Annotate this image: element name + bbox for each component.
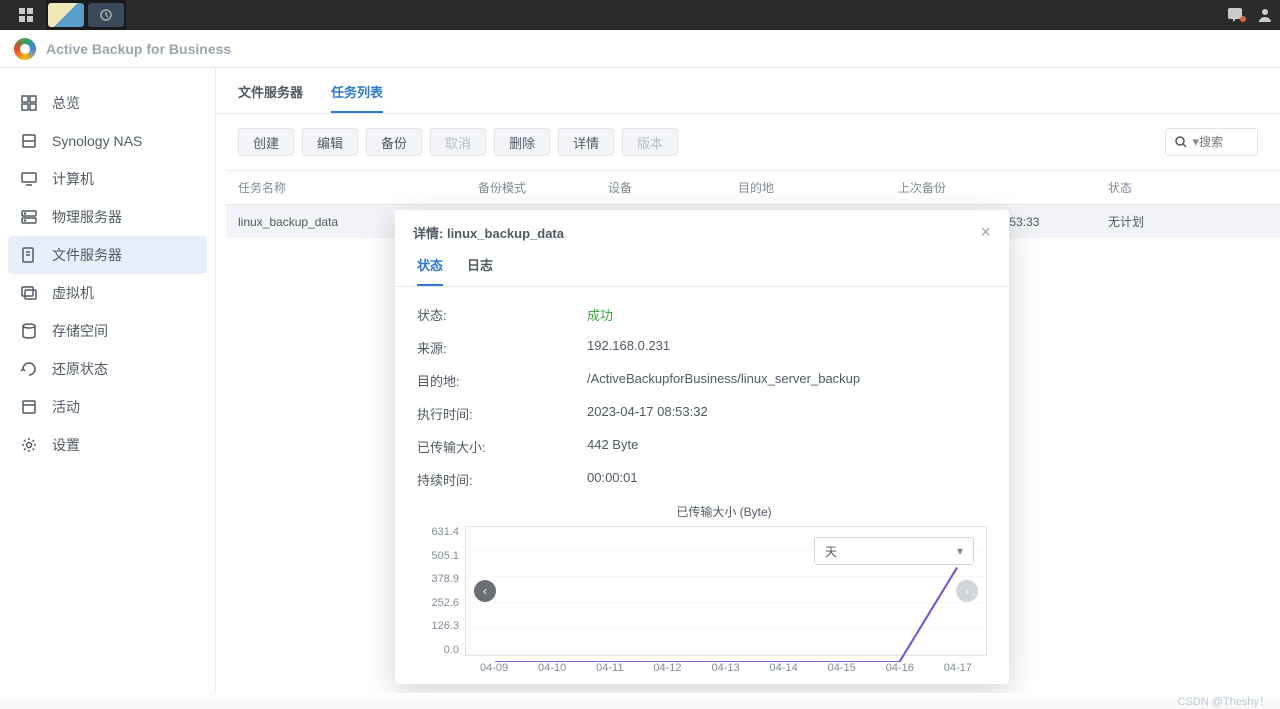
server-icon xyxy=(20,208,38,226)
sidebar: 总览 Synology NAS 计算机 物理服务器 文件服务器 虚拟机 xyxy=(0,68,216,693)
sidebar-item-label: 设置 xyxy=(52,435,80,455)
th-name[interactable]: 任务名称 xyxy=(226,171,466,204)
info-label-dur: 持续时间: xyxy=(417,470,587,489)
chart-yaxis: 631.4505.1378.9252.6126.30.0 xyxy=(417,526,465,656)
transfer-chart: 已传输大小 (Byte) 631.4505.1378.9252.6126.30.… xyxy=(417,503,987,674)
info-value-dur: 00:00:01 xyxy=(587,470,987,489)
search-box[interactable]: ▾ xyxy=(1165,128,1258,156)
system-taskbar xyxy=(0,0,1280,30)
search-icon xyxy=(1174,135,1188,149)
sidebar-item-label: 文件服务器 xyxy=(52,245,122,265)
sidebar-item-overview[interactable]: 总览 xyxy=(8,84,207,122)
toolbar: 创建 编辑 备份 取消 删除 详情 版本 ▾ xyxy=(216,114,1280,170)
version-button: 版本 xyxy=(622,128,678,156)
sidebar-item-storage[interactable]: 存储空间 xyxy=(8,312,207,350)
info-label-source: 来源: xyxy=(417,338,587,357)
sidebar-item-vm[interactable]: 虚拟机 xyxy=(8,274,207,312)
info-label-dest: 目的地: xyxy=(417,371,587,390)
modal-tabs: 状态 日志 xyxy=(395,255,1009,287)
sidebar-item-restore[interactable]: 还原状态 xyxy=(8,350,207,388)
window-header: Active Backup for Business xyxy=(0,30,1280,68)
chart-plot: ‹ › 天 xyxy=(465,526,987,656)
modal-tab-status[interactable]: 状态 xyxy=(417,255,443,286)
info-value-dest: /ActiveBackupforBusiness/linux_server_ba… xyxy=(587,371,987,390)
computer-icon xyxy=(20,170,38,188)
create-button[interactable]: 创建 xyxy=(238,128,294,156)
restore-icon xyxy=(20,360,38,378)
th-destination[interactable]: 目的地 xyxy=(726,171,886,204)
modal-header[interactable]: 详情: linux_backup_data × xyxy=(395,210,1009,255)
backup-button[interactable]: 备份 xyxy=(366,128,422,156)
tab-file-server[interactable]: 文件服务器 xyxy=(238,82,303,113)
sidebar-item-label: 物理服务器 xyxy=(52,207,122,227)
user-icon[interactable] xyxy=(1256,6,1274,24)
cell-status: 无计划 xyxy=(1096,205,1280,238)
sidebar-item-label: 计算机 xyxy=(52,169,94,189)
table-header: 任务名称 备份模式 设备 目的地 上次备份 状态 xyxy=(226,170,1280,205)
sidebar-item-physical-server[interactable]: 物理服务器 xyxy=(8,198,207,236)
modal-tab-log[interactable]: 日志 xyxy=(467,255,493,286)
sidebar-item-label: 总览 xyxy=(52,93,80,113)
info-value-exec: 2023-04-17 08:53:32 xyxy=(587,404,987,423)
vm-icon xyxy=(20,284,38,302)
info-value-xfer: 442 Byte xyxy=(587,437,987,456)
settings-icon xyxy=(20,436,38,454)
info-value-source: 192.168.0.231 xyxy=(587,338,987,357)
cancel-button: 取消 xyxy=(430,128,486,156)
taskbar-app-drive[interactable] xyxy=(46,0,86,30)
th-device[interactable]: 设备 xyxy=(596,171,726,204)
sidebar-item-label: 虚拟机 xyxy=(52,283,94,303)
th-last-backup[interactable]: 上次备份 xyxy=(886,171,1096,204)
sidebar-item-label: 活动 xyxy=(52,397,80,417)
sidebar-item-label: 存储空间 xyxy=(52,321,108,341)
fileserver-icon xyxy=(20,246,38,264)
sidebar-item-file-server[interactable]: 文件服务器 xyxy=(8,236,207,274)
close-icon[interactable]: × xyxy=(980,222,991,243)
edit-button[interactable]: 编辑 xyxy=(302,128,358,156)
main-menu-icon[interactable] xyxy=(6,0,46,30)
sidebar-item-label: Synology NAS xyxy=(52,133,142,149)
overview-icon xyxy=(20,94,38,112)
app-logo-icon xyxy=(14,38,36,60)
storage-icon xyxy=(20,322,38,340)
th-status[interactable]: 状态 xyxy=(1096,171,1280,204)
info-value-status: 成功 xyxy=(587,305,987,324)
window-title: Active Backup for Business xyxy=(46,41,231,57)
sidebar-item-nas[interactable]: Synology NAS xyxy=(8,122,207,160)
details-modal: 详情: linux_backup_data × 状态 日志 状态:成功 来源:1… xyxy=(395,210,1009,684)
nas-icon xyxy=(20,132,38,150)
search-input[interactable] xyxy=(1199,135,1249,149)
main-tabs: 文件服务器 任务列表 xyxy=(216,68,1280,114)
sidebar-item-computer[interactable]: 计算机 xyxy=(8,160,207,198)
chart-line xyxy=(466,527,986,662)
notification-icon[interactable] xyxy=(1226,6,1244,24)
sidebar-item-label: 还原状态 xyxy=(52,359,108,379)
watermark: CSDN @Theshy！ xyxy=(1178,693,1270,709)
chart-title: 已传输大小 (Byte) xyxy=(417,503,987,520)
taskbar-app-backup[interactable] xyxy=(86,0,126,30)
sidebar-item-settings[interactable]: 设置 xyxy=(8,426,207,464)
sidebar-item-activity[interactable]: 活动 xyxy=(8,388,207,426)
delete-button[interactable]: 删除 xyxy=(494,128,550,156)
tab-task-list[interactable]: 任务列表 xyxy=(331,82,383,113)
th-mode[interactable]: 备份模式 xyxy=(466,171,596,204)
info-label-xfer: 已传输大小: xyxy=(417,437,587,456)
modal-title: 详情: linux_backup_data xyxy=(413,223,564,242)
activity-icon xyxy=(20,398,38,416)
details-button[interactable]: 详情 xyxy=(558,128,614,156)
info-label-status: 状态: xyxy=(417,305,587,324)
info-label-exec: 执行时间: xyxy=(417,404,587,423)
